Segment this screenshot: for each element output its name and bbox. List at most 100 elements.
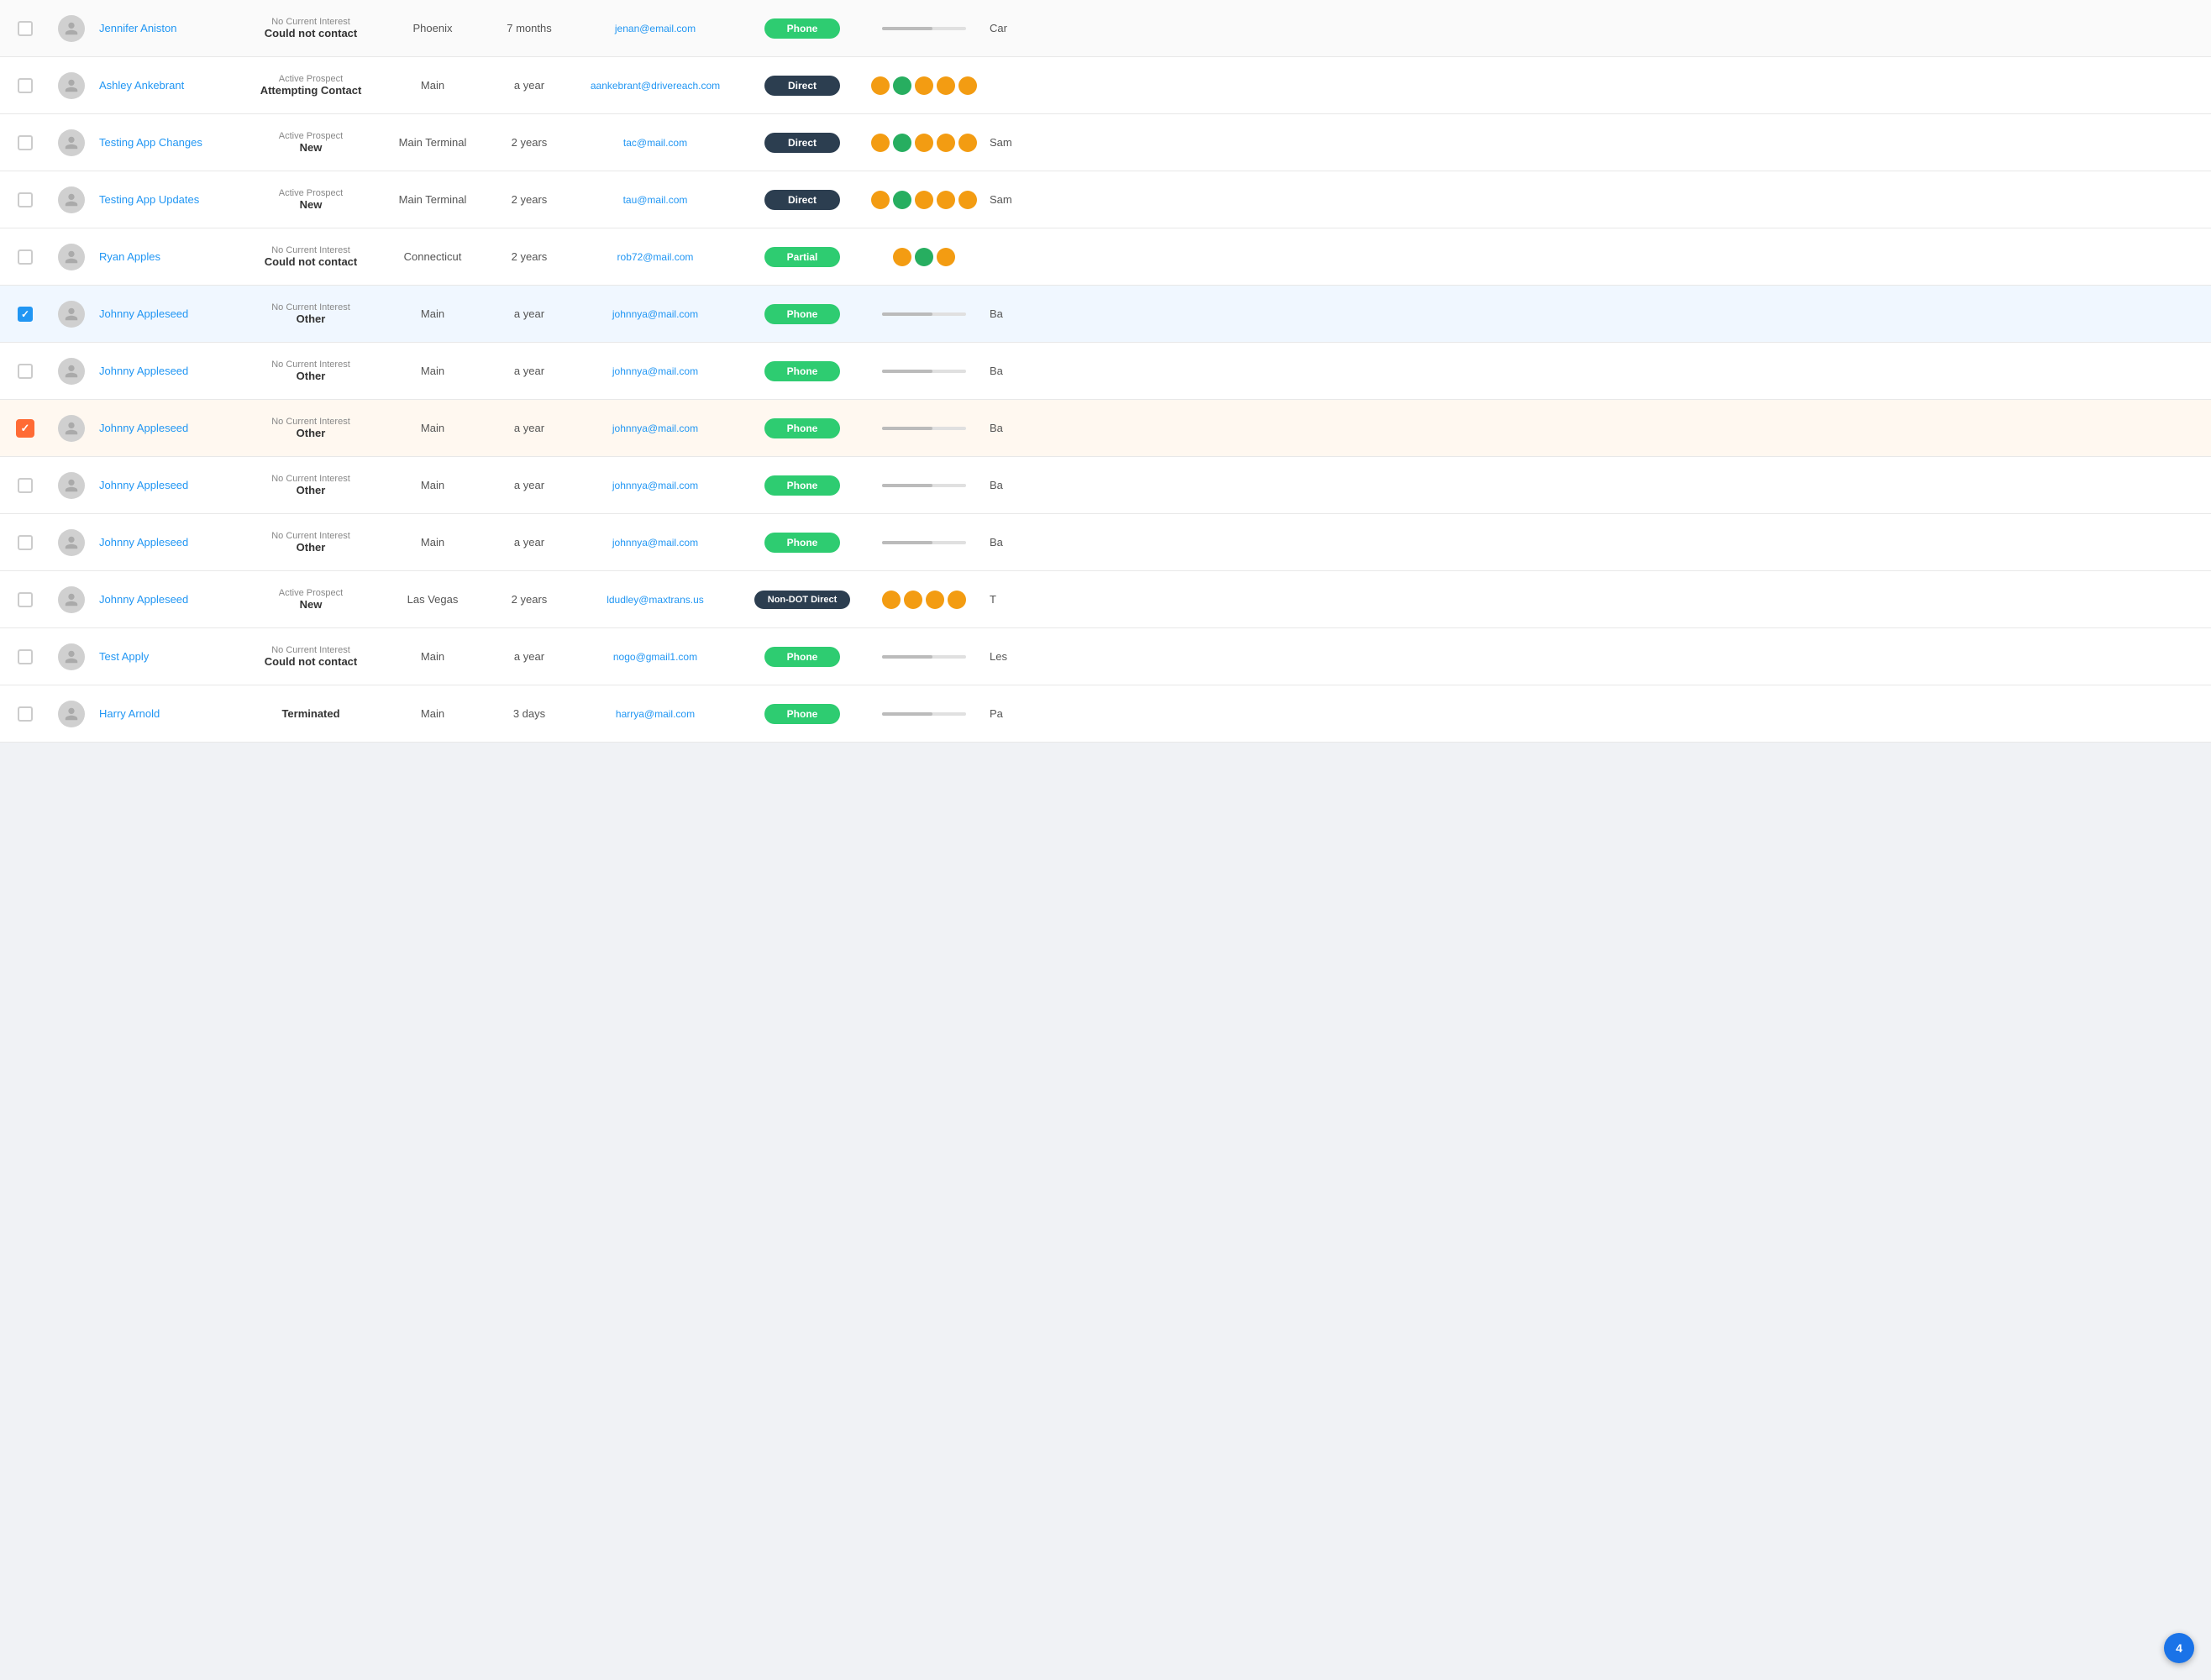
row-checkbox[interactable] xyxy=(18,78,33,93)
activity-dot xyxy=(915,248,933,266)
terminal-cell: Main xyxy=(378,307,487,320)
table-row[interactable]: Jennifer Aniston No Current Interest Cou… xyxy=(0,0,2211,57)
row-checkbox[interactable] xyxy=(18,364,33,379)
extra-cell: Ba xyxy=(983,479,2211,491)
activity-dot xyxy=(937,191,955,209)
applicant-name[interactable]: Testing App Updates xyxy=(99,193,199,206)
email-link[interactable]: johnnya@mail.com xyxy=(612,308,698,320)
email-cell: ldudley@maxtrans.us xyxy=(571,593,739,606)
dots-cell xyxy=(865,655,983,659)
checkbox-cell xyxy=(0,649,50,664)
email-link[interactable]: johnnya@mail.com xyxy=(612,365,698,377)
applicant-name[interactable]: Johnny Appleseed xyxy=(99,536,188,549)
applicant-name[interactable]: Johnny Appleseed xyxy=(99,307,188,320)
table-row[interactable]: Harry Arnold Terminated Main 3 days harr… xyxy=(0,685,2211,743)
email-link[interactable]: ldudley@maxtrans.us xyxy=(607,594,704,606)
status-label: Active Prospect xyxy=(250,131,371,141)
status-value: Terminated xyxy=(250,707,371,720)
applicant-name[interactable]: Jennifer Aniston xyxy=(99,22,177,34)
email-link[interactable]: johnnya@mail.com xyxy=(612,423,698,434)
extra-value: Ba xyxy=(990,307,1003,320)
contact-badge: Phone xyxy=(764,18,840,39)
checkbox-cell xyxy=(0,592,50,607)
avatar xyxy=(58,72,85,99)
applicant-name[interactable]: Johnny Appleseed xyxy=(99,422,188,434)
email-cell: johnnya@mail.com xyxy=(571,422,739,434)
email-link[interactable]: johnnya@mail.com xyxy=(612,537,698,549)
row-checkbox[interactable] xyxy=(18,592,33,607)
table-row[interactable]: Ashley Ankebrant Active Prospect Attempt… xyxy=(0,57,2211,114)
email-link[interactable]: nogo@gmail1.com xyxy=(613,651,697,663)
row-checkbox[interactable] xyxy=(18,307,33,322)
time-value: a year xyxy=(514,536,544,549)
status-cell: No Current Interest Other xyxy=(244,302,378,325)
table-row[interactable]: Test Apply No Current Interest Could not… xyxy=(0,628,2211,685)
applicant-name[interactable]: Ryan Apples xyxy=(99,250,160,263)
activity-dot xyxy=(893,191,911,209)
email-link[interactable]: aankebrant@drivereach.com xyxy=(591,80,720,92)
email-link[interactable]: rob72@mail.com xyxy=(617,251,694,263)
table-row[interactable]: Johnny Appleseed No Current Interest Oth… xyxy=(0,400,2211,457)
applicant-name[interactable]: Test Apply xyxy=(99,650,149,663)
row-checkbox[interactable] xyxy=(18,535,33,550)
status-label: No Current Interest xyxy=(250,417,371,427)
time-value: 3 days xyxy=(513,707,545,720)
email-link[interactable]: jenan@email.com xyxy=(615,23,696,34)
row-checkbox[interactable] xyxy=(18,135,33,150)
row-checkbox[interactable] xyxy=(18,21,33,36)
time-cell: a year xyxy=(487,536,571,549)
table-row[interactable]: Ryan Apples No Current Interest Could no… xyxy=(0,228,2211,286)
time-cell: 7 months xyxy=(487,22,571,34)
applicant-name[interactable]: Ashley Ankebrant xyxy=(99,79,184,92)
name-cell: Ryan Apples xyxy=(92,250,244,263)
email-link[interactable]: tau@mail.com xyxy=(623,194,688,206)
row-checkbox[interactable] xyxy=(18,478,33,493)
status-value: Other xyxy=(250,427,371,439)
avatar xyxy=(58,358,85,385)
status-value: New xyxy=(250,141,371,154)
email-cell: nogo@gmail1.com xyxy=(571,650,739,663)
extra-cell: Les xyxy=(983,650,2211,663)
table-row[interactable]: Testing App Updates Active Prospect New … xyxy=(0,171,2211,228)
email-link[interactable]: harrya@mail.com xyxy=(616,708,695,720)
email-link[interactable]: tac@mail.com xyxy=(623,137,687,149)
avatar-cell xyxy=(50,358,92,385)
row-checkbox[interactable] xyxy=(18,249,33,265)
applicant-name[interactable]: Harry Arnold xyxy=(99,707,160,720)
applicant-name[interactable]: Testing App Changes xyxy=(99,136,202,149)
table-row[interactable]: Johnny Appleseed No Current Interest Oth… xyxy=(0,343,2211,400)
notification-badge[interactable]: 4 xyxy=(2164,1633,2194,1663)
contact-type-cell: Phone xyxy=(739,304,865,324)
table-row[interactable]: Johnny Appleseed Active Prospect New Las… xyxy=(0,571,2211,628)
activity-dot xyxy=(915,134,933,152)
extra-value: T xyxy=(990,593,996,606)
table-row[interactable]: Testing App Changes Active Prospect New … xyxy=(0,114,2211,171)
row-checkbox[interactable] xyxy=(18,706,33,722)
progress-bar xyxy=(882,427,966,430)
extra-cell: Car xyxy=(983,22,2211,34)
row-checkbox[interactable] xyxy=(16,419,34,438)
applicant-name[interactable]: Johnny Appleseed xyxy=(99,593,188,606)
row-checkbox[interactable] xyxy=(18,192,33,207)
table-row[interactable]: Johnny Appleseed No Current Interest Oth… xyxy=(0,514,2211,571)
row-checkbox[interactable] xyxy=(18,649,33,664)
extra-value: Sam xyxy=(990,193,1012,206)
table-row[interactable]: Johnny Appleseed No Current Interest Oth… xyxy=(0,457,2211,514)
checkbox-cell xyxy=(0,192,50,207)
terminal-cell: Main xyxy=(378,650,487,663)
applicant-name[interactable]: Johnny Appleseed xyxy=(99,365,188,377)
email-link[interactable]: johnnya@mail.com xyxy=(612,480,698,491)
terminal-cell: Main Terminal xyxy=(378,193,487,206)
applicants-table: Jennifer Aniston No Current Interest Cou… xyxy=(0,0,2211,743)
dots-cell xyxy=(865,191,983,209)
avatar xyxy=(58,415,85,442)
terminal-value: Connecticut xyxy=(404,250,462,263)
table-row[interactable]: Johnny Appleseed No Current Interest Oth… xyxy=(0,286,2211,343)
applicant-name[interactable]: Johnny Appleseed xyxy=(99,479,188,491)
activity-dots xyxy=(882,591,966,609)
time-cell: a year xyxy=(487,365,571,377)
extra-cell: Pa xyxy=(983,707,2211,720)
contact-type-cell: Phone xyxy=(739,533,865,553)
status-cell: Terminated xyxy=(244,707,378,720)
progress-bar xyxy=(882,484,966,487)
